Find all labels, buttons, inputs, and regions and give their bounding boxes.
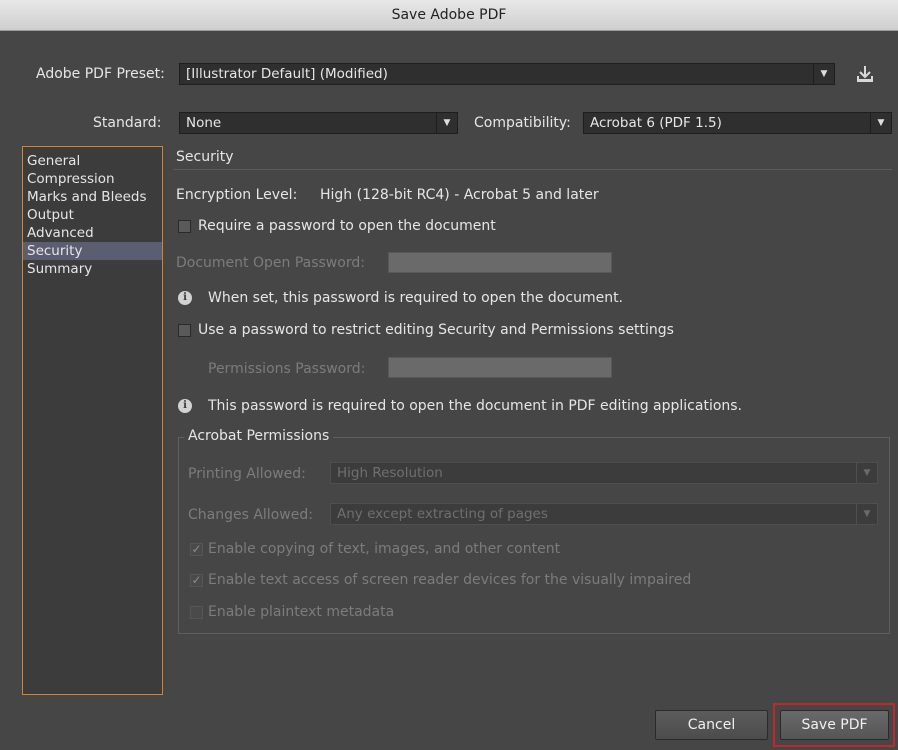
restrict-editing-label: Use a password to restrict editing Secur…	[198, 322, 674, 338]
sidebar-item-security[interactable]: Security	[23, 242, 162, 260]
info-icon: i	[178, 291, 192, 305]
sidebar-nav: General Compression Marks and Bleeds Out…	[22, 146, 163, 695]
preset-label: Adobe PDF Preset:	[36, 66, 165, 82]
cancel-button[interactable]: Cancel	[655, 710, 768, 740]
screen-reader-checkbox[interactable]: ✓	[190, 574, 203, 587]
chevron-down-icon: ▼	[856, 504, 877, 524]
sidebar-item-advanced[interactable]: Advanced	[23, 224, 162, 242]
changes-allowed-label: Changes Allowed:	[188, 507, 313, 523]
printing-allowed-value: High Resolution	[337, 465, 443, 481]
sidebar-item-summary[interactable]: Summary	[23, 260, 162, 278]
printing-allowed-dropdown[interactable]: High Resolution ▼	[330, 462, 878, 484]
info-icon: i	[178, 399, 192, 413]
acrobat-permissions-title: Acrobat Permissions	[184, 428, 334, 444]
chevron-down-icon: ▼	[813, 64, 834, 84]
chevron-down-icon: ▼	[870, 113, 891, 133]
section-title: Security	[176, 149, 234, 165]
require-open-password-checkbox[interactable]	[178, 220, 191, 233]
screen-reader-label: Enable text access of screen reader devi…	[208, 572, 692, 588]
open-password-input[interactable]	[388, 252, 612, 273]
permissions-password-input[interactable]	[388, 357, 612, 378]
save-button-highlight	[773, 703, 895, 747]
chevron-down-icon: ▼	[856, 463, 877, 483]
preset-value: [Illustrator Default] (Modified)	[186, 66, 388, 82]
standard-dropdown[interactable]: None ▼	[179, 112, 458, 134]
compatibility-value: Acrobat 6 (PDF 1.5)	[590, 115, 722, 131]
permissions-info: This password is required to open the do…	[208, 398, 743, 414]
preset-dropdown[interactable]: [Illustrator Default] (Modified) ▼	[179, 63, 835, 85]
copy-text-label: Enable copying of text, images, and othe…	[208, 541, 561, 557]
section-divider	[174, 169, 892, 170]
sidebar-item-general[interactable]: General	[23, 152, 162, 170]
changes-allowed-value: Any except extracting of pages	[337, 506, 548, 522]
save-adobe-pdf-dialog: Save Adobe PDF Adobe PDF Preset: [Illust…	[0, 0, 898, 750]
standard-value: None	[186, 115, 222, 131]
printing-allowed-label: Printing Allowed:	[188, 466, 306, 482]
sidebar-item-output[interactable]: Output	[23, 206, 162, 224]
encryption-value: High (128-bit RC4) - Acrobat 5 and later	[320, 187, 599, 203]
encryption-label: Encryption Level:	[176, 187, 298, 203]
open-password-label: Document Open Password:	[176, 255, 365, 271]
permissions-password-label: Permissions Password:	[208, 361, 366, 377]
compatibility-label: Compatibility:	[474, 115, 571, 131]
require-open-password-label: Require a password to open the document	[198, 218, 496, 234]
save-preset-icon[interactable]	[855, 64, 875, 86]
sidebar-item-marks-and-bleeds[interactable]: Marks and Bleeds	[23, 188, 162, 206]
changes-allowed-dropdown[interactable]: Any except extracting of pages ▼	[330, 503, 878, 525]
plaintext-metadata-label: Enable plaintext metadata	[208, 604, 395, 620]
chevron-down-icon: ▼	[436, 113, 457, 133]
compatibility-dropdown[interactable]: Acrobat 6 (PDF 1.5) ▼	[583, 112, 892, 134]
copy-text-checkbox[interactable]: ✓	[190, 543, 203, 556]
standard-label: Standard:	[93, 115, 162, 131]
open-password-info: When set, this password is required to o…	[208, 290, 624, 306]
restrict-editing-checkbox[interactable]	[178, 324, 191, 337]
plaintext-metadata-checkbox[interactable]	[190, 606, 203, 619]
sidebar-item-compression[interactable]: Compression	[23, 170, 162, 188]
window-title: Save Adobe PDF	[0, 0, 898, 31]
